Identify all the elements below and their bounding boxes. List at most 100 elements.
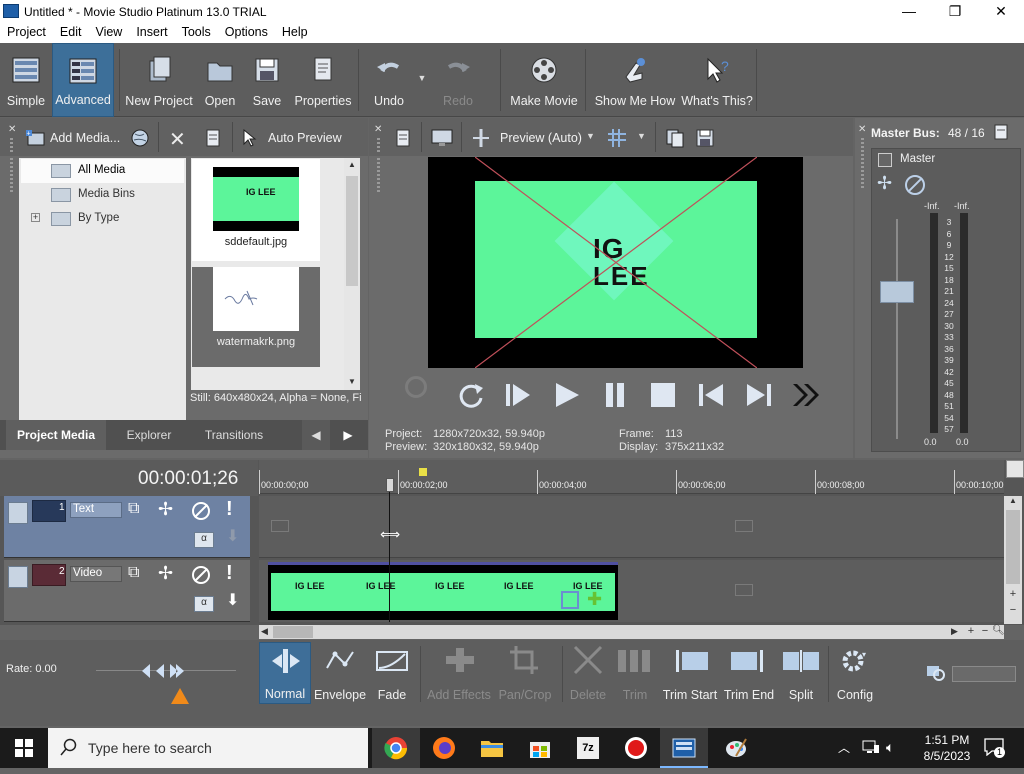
track-fx-icon[interactable]: ✢ (158, 499, 173, 520)
loop-icon[interactable] (455, 380, 485, 410)
record-icon[interactable] (405, 376, 427, 398)
play-from-start-icon[interactable] (503, 380, 533, 410)
tab-project-media[interactable]: Project Media (6, 420, 106, 450)
delete-button[interactable]: Delete (566, 640, 610, 710)
panel-close-icon[interactable]: ✕ (8, 124, 16, 135)
bus-fx-icon[interactable]: ✢ (877, 173, 892, 194)
zoom-in-track-icon[interactable]: + (1004, 588, 1022, 600)
clock-date[interactable]: 8/5/2023 (914, 749, 980, 763)
mute-icon[interactable] (905, 175, 925, 195)
close-button[interactable]: ✕ (978, 0, 1024, 23)
menu-options[interactable]: Options (218, 23, 275, 43)
open-button[interactable]: Open (198, 43, 242, 117)
remove-media-icon[interactable]: ✕ (169, 127, 186, 152)
copy-snapshot-icon[interactable] (665, 128, 685, 148)
menu-view[interactable]: View (88, 23, 129, 43)
firefox-app-icon[interactable] (420, 728, 468, 768)
notification-icon[interactable]: 1 (984, 738, 1005, 758)
add-media-button[interactable]: Add Media... (50, 131, 120, 145)
event-fx-icon[interactable]: ✚ (587, 589, 602, 610)
track-solo-icon[interactable]: ! (226, 498, 233, 521)
play-icon[interactable] (551, 380, 581, 410)
split-button[interactable]: Split (780, 640, 822, 710)
track-mute-icon[interactable] (192, 566, 210, 584)
track-down-arrow-icon[interactable]: ⬇ (226, 590, 239, 610)
globe-icon[interactable] (130, 128, 150, 148)
master-fx-icon[interactable] (878, 153, 892, 167)
envelope-tool-button[interactable]: Envelope (313, 640, 367, 710)
video-display[interactable]: IG LEE (428, 157, 803, 368)
zoom-tool-icon[interactable]: 🔍︎ (992, 625, 1005, 636)
grip-handle[interactable] (377, 138, 380, 152)
rate-warning-icon[interactable] (170, 687, 190, 705)
scroll-up-icon[interactable]: ▲ (344, 160, 360, 169)
preview-properties-icon[interactable] (394, 129, 412, 147)
track-mute-icon[interactable] (192, 502, 210, 520)
track-header-text[interactable]: 1 Text ⧉ ✢ ! α ⬇ (4, 496, 250, 558)
panel-close-icon[interactable]: ✕ (858, 124, 866, 135)
external-monitor-icon[interactable] (431, 129, 453, 147)
video-event-clip[interactable]: IG LEE IG LEE IG LEE IG LEE IG LEE ✚ (268, 562, 618, 620)
media-file-sddefault[interactable]: IG LEE sddefault.jpg (192, 159, 320, 261)
vscroll-thumb[interactable] (1006, 510, 1020, 584)
grip-handle[interactable] (10, 138, 13, 152)
save-snapshot-icon[interactable] (695, 128, 715, 148)
tree-item-by-type[interactable]: + By Type (21, 207, 184, 231)
more-controls-icon[interactable] (791, 382, 821, 408)
tree-item-media-bins[interactable]: Media Bins (21, 183, 184, 207)
paint-app-icon[interactable] (712, 728, 760, 768)
recorder-app-icon[interactable] (612, 728, 660, 768)
scroll-left-icon[interactable]: ◀ (261, 626, 268, 637)
store-app-icon[interactable] (516, 728, 564, 768)
zoom-out-time-icon[interactable]: − (979, 625, 991, 637)
expand-icon[interactable]: + (31, 213, 40, 222)
menu-tools[interactable]: Tools (175, 23, 218, 43)
trim-end-button[interactable]: Trim End (722, 640, 776, 710)
menu-project[interactable]: Project (0, 23, 53, 43)
timeline-vscrollbar[interactable]: ▲ + − (1004, 496, 1022, 624)
zoom-field[interactable] (952, 666, 1016, 682)
track-lane-video[interactable]: IG LEE IG LEE IG LEE IG LEE IG LEE ✚ (259, 560, 1004, 622)
split-screen-icon[interactable] (471, 128, 491, 148)
hscroll-thumb[interactable] (273, 626, 313, 638)
file-explorer-app-icon[interactable] (468, 728, 516, 768)
taskbar-search-box[interactable]: Type here to search (48, 728, 368, 768)
chrome-app-icon[interactable] (372, 728, 420, 768)
start-button[interactable] (0, 728, 48, 768)
menu-insert[interactable]: Insert (129, 23, 174, 43)
time-ruler[interactable]: 00:00:00;00 00:00:02;00 00:00:04;00 00:00:0… (259, 460, 1004, 494)
tab-transitions[interactable]: Transitions (192, 420, 276, 450)
grip-handle[interactable] (10, 158, 13, 194)
normal-tool-button[interactable]: Normal (259, 642, 311, 704)
volume-fader-handle[interactable] (880, 281, 914, 303)
track-down-arrow-icon[interactable]: ⬇ (226, 526, 239, 546)
save-button[interactable]: Save (246, 43, 288, 117)
go-to-end-icon[interactable] (744, 380, 774, 410)
whats-this-button[interactable]: ? What's This? (680, 43, 754, 117)
tab-scroll-left-icon[interactable]: ◀ (302, 420, 330, 450)
simple-button[interactable]: Simple (2, 43, 50, 117)
minimize-button[interactable]: — (886, 0, 932, 23)
master-properties-icon[interactable] (993, 124, 1009, 140)
track-solo-icon[interactable]: ! (226, 562, 233, 585)
volume-icon[interactable]: 🔈︎ (886, 739, 894, 756)
marker-icon[interactable] (419, 468, 427, 476)
menu-edit[interactable]: Edit (53, 23, 89, 43)
track-fx-icon[interactable]: ✢ (158, 563, 173, 584)
track-header-video[interactable]: 2 Video ⧉ ✢ ! α ⬇ (4, 560, 250, 622)
redo-button[interactable]: Redo (434, 43, 482, 117)
chevron-down-icon[interactable]: ▼ (637, 131, 646, 141)
grid-overlay-icon[interactable] (607, 128, 627, 148)
make-movie-button[interactable]: Make Movie (508, 43, 580, 117)
track-lane-text[interactable] (259, 496, 1004, 558)
undo-button[interactable]: Undo (366, 43, 412, 117)
zoom-out-track-icon[interactable]: − (1004, 604, 1022, 616)
media-scrollbar[interactable]: ▲ ▼ (344, 158, 360, 390)
track-name-field[interactable]: Text (70, 502, 122, 518)
track-motion-icon[interactable]: ⧉ (128, 500, 139, 518)
event-pan-crop-icon[interactable] (561, 591, 579, 609)
panel-close-icon[interactable]: ✕ (374, 124, 382, 135)
scroll-thumb[interactable] (346, 176, 358, 286)
scroll-up-icon[interactable]: ▲ (1004, 496, 1022, 505)
add-effects-button[interactable]: Add Effects (426, 640, 492, 710)
